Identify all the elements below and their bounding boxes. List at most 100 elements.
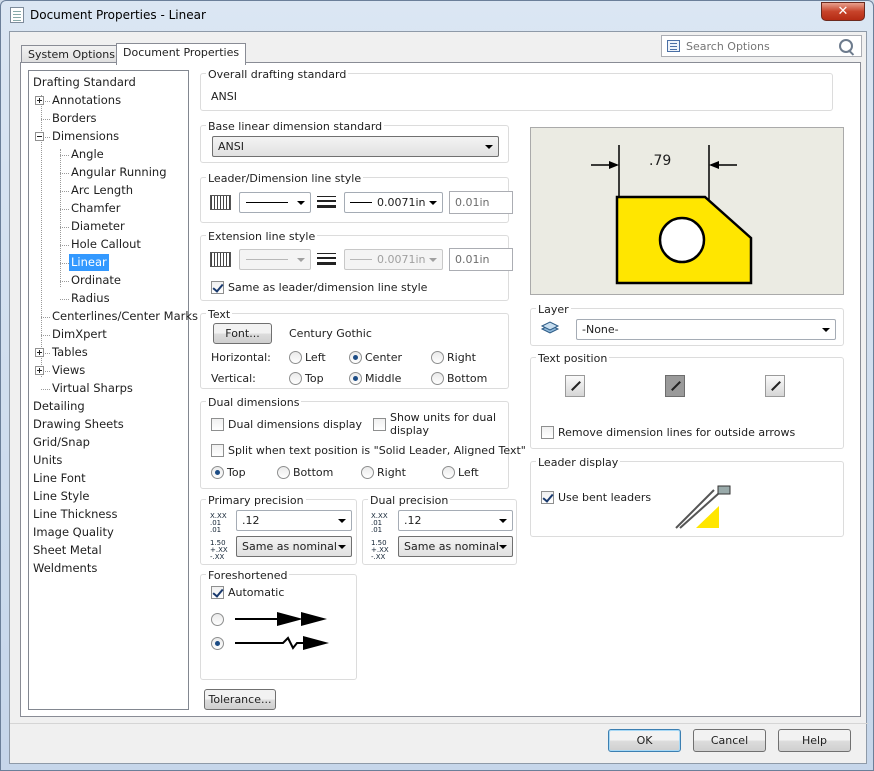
tree-item-grid-snap[interactable]: Grid/Snap: [33, 434, 90, 451]
title-bar[interactable]: Document Properties - Linear ✕: [1, 1, 873, 29]
automatic-checkbox[interactable]: [211, 586, 224, 599]
tree-item-detailing[interactable]: Detailing: [33, 398, 85, 415]
dual-bottom-radio[interactable]: [277, 466, 290, 479]
extension-thickness-select[interactable]: 0.0071in: [344, 249, 443, 270]
layer-value: -None-: [582, 323, 619, 336]
close-button[interactable]: ✕: [821, 2, 865, 21]
tree-item-dimensions[interactable]: Dimensions: [52, 128, 119, 145]
vertical-label: Vertical:: [211, 372, 256, 385]
leader-thickness-select[interactable]: 0.0071in: [344, 192, 443, 213]
text-position-broken-leader-icon[interactable]: [665, 375, 685, 397]
dual-right-radio[interactable]: [361, 466, 374, 479]
tree-item-dimxpert[interactable]: DimXpert: [52, 326, 107, 343]
extension-style-label: Extension line style: [206, 230, 318, 243]
tree-item-ordinate[interactable]: Ordinate: [71, 272, 121, 289]
expand-icon[interactable]: [35, 96, 44, 105]
tree-item-weldments[interactable]: Weldments: [33, 560, 97, 577]
layer-select[interactable]: -None-: [576, 319, 836, 340]
use-bent-leaders-checkbox[interactable]: [541, 491, 554, 504]
extension-font-select[interactable]: [239, 249, 311, 270]
tree-item-linear[interactable]: Linear: [69, 254, 109, 271]
dual-bottom-label: Bottom: [293, 466, 334, 479]
leader-font-select[interactable]: [239, 192, 311, 213]
tree-item-hole-callout[interactable]: Hole Callout: [71, 236, 141, 253]
foreshortened-style-1-radio[interactable]: [211, 613, 224, 626]
overall-standard-label: Overall drafting standard: [206, 68, 349, 81]
vertical-middle-radio[interactable]: [349, 372, 362, 385]
tree-item-diameter[interactable]: Diameter: [71, 218, 125, 235]
foreshortened-style-2-radio[interactable]: [211, 637, 224, 650]
options-list-icon[interactable]: [667, 40, 680, 52]
primary-tolerance-select[interactable]: Same as nominal: [236, 536, 352, 557]
tree-item-views[interactable]: Views: [52, 362, 85, 379]
split-text-checkbox[interactable]: [211, 444, 224, 457]
tree-item-arc-length[interactable]: Arc Length: [71, 182, 133, 199]
chevron-down-icon: [338, 519, 346, 523]
tree-item-radius[interactable]: Radius: [71, 290, 110, 307]
search-options-box[interactable]: [661, 35, 862, 57]
layer-group: Layer -None-: [530, 303, 844, 346]
split-text-label: Split when text position is "Solid Leade…: [228, 444, 526, 457]
horizontal-center-radio[interactable]: [349, 351, 362, 364]
horizontal-label: Horizontal:: [211, 351, 271, 364]
font-name: Century Gothic: [289, 327, 372, 340]
tree-item-line-font[interactable]: Line Font: [33, 470, 86, 487]
document-properties-page: Drafting Standard Annotations Borders Dimen…: [20, 62, 861, 717]
tree-item-annotations[interactable]: Annotations: [52, 92, 121, 109]
primary-precision-select[interactable]: .12: [236, 510, 352, 531]
dual-dimensions-group: Dual dimensions Dual dimensions display …: [200, 396, 526, 489]
tree-item-chamfer[interactable]: Chamfer: [71, 200, 120, 217]
base-standard-select[interactable]: ANSI: [212, 136, 499, 157]
help-button[interactable]: Help: [778, 729, 851, 752]
leader-thickness-value: 0.0071in: [377, 196, 426, 209]
remove-dimension-lines-label: Remove dimension lines for outside arrow…: [558, 426, 796, 439]
dual-display-checkbox[interactable]: [211, 418, 224, 431]
expand-icon[interactable]: [35, 348, 44, 357]
tree-item-sheet-metal[interactable]: Sheet Metal: [33, 542, 102, 559]
tree-item-image-quality[interactable]: Image Quality: [33, 524, 114, 541]
remove-dimension-lines-checkbox[interactable]: [541, 426, 554, 439]
horizontal-left-radio[interactable]: [289, 351, 302, 364]
tree-item-angle[interactable]: Angle: [71, 146, 104, 163]
ok-button[interactable]: OK: [608, 729, 681, 752]
chevron-down-icon: [338, 545, 346, 549]
tree-item-tables[interactable]: Tables: [52, 344, 88, 361]
leader-custom-thickness-field[interactable]: 0.01in: [449, 191, 513, 214]
base-standard-label: Base linear dimension standard: [206, 120, 385, 133]
chevron-down-icon: [485, 145, 493, 149]
tree-item-virtual-sharps[interactable]: Virtual Sharps: [52, 380, 133, 397]
tree-item-drafting-standard[interactable]: Drafting Standard: [33, 74, 136, 91]
text-position-horizontal-icon[interactable]: [765, 375, 785, 397]
vertical-top-radio[interactable]: [289, 372, 302, 385]
dialog-client: System Options Document Properties Draft…: [9, 31, 868, 764]
tree-item-centerlines-center-marks[interactable]: Centerlines/Center Marks: [52, 308, 198, 325]
tree-item-units[interactable]: Units: [33, 452, 62, 469]
text-position-solid-leader-icon[interactable]: [565, 375, 585, 397]
font-button[interactable]: Font...: [213, 323, 272, 344]
dual-precision-select[interactable]: .12: [398, 510, 513, 531]
extension-custom-thickness-field[interactable]: 0.01in: [449, 248, 513, 271]
same-as-leader-checkbox[interactable]: [211, 281, 224, 294]
tree-item-borders[interactable]: Borders: [52, 110, 97, 127]
options-tree[interactable]: Drafting Standard Annotations Borders Dimen…: [28, 70, 198, 710]
search-icon[interactable]: [839, 39, 855, 55]
dual-tolerance-select[interactable]: Same as nominal: [398, 536, 513, 557]
tree-item-line-style[interactable]: Line Style: [33, 488, 90, 505]
dual-top-radio[interactable]: [211, 466, 224, 479]
tree-item-angular-running[interactable]: Angular Running: [71, 164, 167, 181]
line-font-icon: [210, 252, 231, 267]
vertical-bottom-radio[interactable]: [431, 372, 444, 385]
tolerance-button[interactable]: Tolerance...: [204, 689, 276, 710]
cancel-button[interactable]: Cancel: [693, 729, 766, 752]
tree-item-drawing-sheets[interactable]: Drawing Sheets: [33, 416, 124, 433]
expand-icon[interactable]: [35, 366, 44, 375]
show-units-checkbox[interactable]: [373, 418, 386, 431]
dual-left-radio[interactable]: [442, 466, 455, 479]
text-group: Text Font... Century Gothic Horizontal: …: [200, 308, 509, 389]
tab-document-properties[interactable]: Document Properties: [116, 43, 247, 65]
horizontal-right-radio[interactable]: [431, 351, 444, 364]
search-input[interactable]: [684, 38, 834, 54]
dual-right-label: Right: [377, 466, 406, 479]
tree-item-line-thickness[interactable]: Line Thickness: [33, 506, 117, 523]
collapse-icon[interactable]: [35, 132, 44, 141]
